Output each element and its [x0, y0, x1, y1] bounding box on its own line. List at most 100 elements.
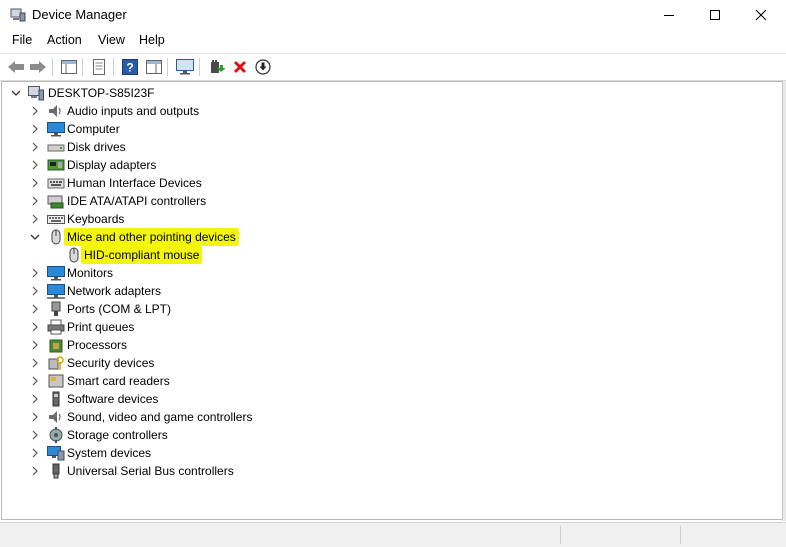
status-bar	[0, 522, 786, 547]
minimize-button[interactable]	[646, 0, 692, 30]
minimize-icon	[664, 15, 674, 16]
chevron-right-icon[interactable]	[29, 429, 41, 441]
menu-bar: File Action View Help	[0, 31, 786, 51]
chevron-right-icon[interactable]	[29, 213, 41, 225]
menu-help[interactable]: Help	[139, 33, 165, 47]
tree-category-label: Keyboards	[67, 212, 125, 226]
help-icon: ?	[122, 59, 138, 75]
back-button[interactable]	[6, 57, 26, 77]
security-key-icon	[47, 355, 65, 371]
tree-category-label: Mice and other pointing devices	[64, 228, 239, 246]
svg-text:?: ?	[126, 61, 133, 75]
maximize-icon	[710, 10, 720, 20]
properties-button[interactable]	[89, 57, 109, 77]
tree-category-label: Storage controllers	[67, 428, 168, 442]
tree-category-label: Disk drives	[67, 140, 126, 154]
window-title: Device Manager	[32, 7, 127, 22]
device-tree: DESKTOP-S85I23F Audio inputs and outputs…	[1, 81, 783, 520]
tree-root-label: DESKTOP-S85I23F	[48, 86, 155, 100]
storage-controller-icon	[47, 427, 65, 443]
close-button[interactable]	[738, 0, 784, 30]
chevron-right-icon[interactable]	[29, 195, 41, 207]
network-icon	[47, 283, 65, 299]
chevron-right-icon[interactable]	[29, 375, 41, 387]
update-driver-button[interactable]	[207, 57, 227, 77]
chevron-right-icon[interactable]	[29, 465, 41, 477]
chevron-right-icon[interactable]	[29, 321, 41, 333]
tree-category-label: Monitors	[67, 266, 114, 280]
port-icon	[47, 301, 65, 317]
help-button[interactable]: ?	[120, 57, 140, 77]
toolbar-separator	[199, 58, 200, 76]
chevron-right-icon[interactable]	[29, 285, 41, 297]
status-separator	[560, 526, 561, 544]
window-border-strip	[782, 81, 786, 521]
tree-category-label: Computer	[67, 122, 120, 136]
forward-button[interactable]	[28, 57, 48, 77]
chevron-right-icon[interactable]	[29, 303, 41, 315]
smart-card-icon	[47, 373, 65, 389]
tree-category-label: Software devices	[67, 392, 159, 406]
title-bar: Device Manager	[0, 0, 786, 30]
forward-arrow-icon	[30, 61, 46, 73]
menu-view[interactable]: View	[98, 33, 125, 47]
monitor-icon	[47, 265, 65, 281]
monitor-icon	[47, 121, 65, 137]
tree-category-label: Audio inputs and outputs	[67, 104, 200, 118]
disk-drive-icon	[47, 139, 65, 155]
scan-monitor-icon	[176, 59, 194, 75]
tree-category-label: IDE ATA/ATAPI controllers	[67, 194, 207, 208]
usb-icon	[47, 463, 65, 479]
scan-hardware-changes-button[interactable]	[175, 57, 195, 77]
tree-category-label: Network adapters	[67, 284, 162, 298]
speaker-icon	[47, 409, 65, 425]
update-driver-icon	[211, 60, 225, 73]
chevron-down-icon[interactable]	[10, 87, 22, 99]
chevron-right-icon[interactable]	[29, 177, 41, 189]
computer-icon	[27, 85, 45, 101]
chevron-right-icon[interactable]	[29, 339, 41, 351]
chevron-right-icon[interactable]	[29, 357, 41, 369]
show-hide-console-tree-button[interactable]	[59, 57, 79, 77]
device-manager-icon	[10, 8, 26, 22]
chevron-right-icon[interactable]	[29, 393, 41, 405]
ide-controller-icon	[47, 193, 65, 209]
speaker-icon	[47, 103, 65, 119]
chevron-right-icon[interactable]	[29, 447, 41, 459]
properties-icon	[93, 59, 105, 75]
tree-category-label: Print queues	[67, 320, 135, 334]
printer-icon	[47, 319, 65, 335]
processor-icon	[47, 337, 65, 353]
download-arrow-circle-icon	[255, 59, 271, 75]
toolbar-separator	[113, 58, 114, 76]
chevron-right-icon[interactable]	[29, 267, 41, 279]
toolbar-separator	[52, 58, 53, 76]
software-device-icon	[47, 391, 65, 407]
toolbar: ?	[0, 53, 786, 81]
keyboard-icon	[47, 211, 65, 227]
tree-category-label: Sound, video and game controllers	[67, 410, 253, 424]
chevron-right-icon[interactable]	[29, 159, 41, 171]
close-icon	[755, 9, 767, 21]
chevron-right-icon[interactable]	[29, 105, 41, 117]
chevron-down-icon[interactable]	[29, 231, 41, 243]
menu-action[interactable]: Action	[47, 33, 82, 47]
enable-device-button[interactable]	[253, 57, 273, 77]
tree-category-label: Display adapters	[67, 158, 157, 172]
action-pane-button[interactable]	[144, 57, 164, 77]
chevron-right-icon[interactable]	[29, 411, 41, 423]
console-tree-icon	[61, 60, 77, 74]
maximize-button[interactable]	[692, 0, 738, 30]
tree-category-label: Processors	[67, 338, 128, 352]
chevron-right-icon[interactable]	[29, 123, 41, 135]
chevron-right-icon[interactable]	[29, 141, 41, 153]
tree-category-label: Security devices	[67, 356, 155, 370]
menu-file[interactable]: File	[12, 33, 32, 47]
status-separator	[680, 526, 681, 544]
tree-child-label: HID-compliant mouse	[81, 246, 203, 264]
uninstall-device-button[interactable]	[230, 57, 250, 77]
back-arrow-icon	[8, 61, 24, 73]
toolbar-separator	[167, 58, 168, 76]
tree-category-label: Smart card readers	[67, 374, 170, 388]
tree-category-label: Human Interface Devices	[67, 176, 202, 190]
